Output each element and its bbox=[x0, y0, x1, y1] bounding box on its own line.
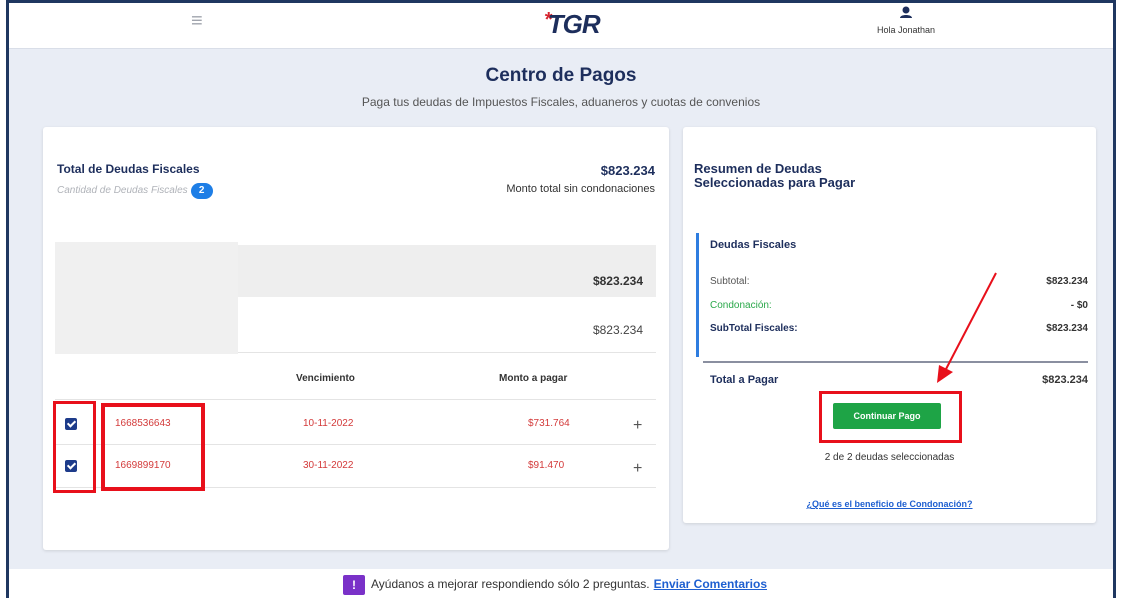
resumen-card: Resumen de Deudas Seleccionadas para Pag… bbox=[683, 127, 1096, 523]
deudas-count-text: Cantidad de Deudas Fiscales bbox=[57, 185, 188, 196]
page-title: Centro de Pagos bbox=[485, 65, 637, 86]
subtotal-line: Subtotal: $823.234 bbox=[710, 276, 1088, 287]
deudas-total-amount: $823.234 bbox=[600, 163, 655, 178]
table-divider bbox=[55, 399, 656, 400]
row-vencimiento: 10-11-2022 bbox=[303, 418, 354, 429]
enviar-comentarios-link[interactable]: Enviar Comentarios bbox=[654, 577, 767, 591]
feedback-prompt: ! Ayúdanos a mejorar respondiendo sólo 2 … bbox=[343, 575, 767, 595]
total-separator bbox=[703, 361, 1088, 363]
resumen-title-line2: Seleccionadas para Pagar bbox=[694, 175, 856, 190]
feedback-icon: ! bbox=[343, 575, 365, 595]
tgr-logo[interactable]: *TGR bbox=[544, 9, 601, 40]
user-greeting: Hola Jonathan bbox=[876, 25, 936, 35]
continuar-pago-button[interactable]: Continuar Pago bbox=[833, 403, 941, 429]
condonacion-info-link[interactable]: ¿Qué es el beneficio de Condonación? bbox=[683, 499, 1096, 509]
summary-row-secondary-value: $823.234 bbox=[592, 323, 643, 337]
selected-debts-info: 2 de 2 deudas seleccionadas bbox=[824, 452, 955, 463]
folio-highlight-box bbox=[101, 403, 205, 491]
deudas-count-label: Cantidad de Deudas Fiscales 2 bbox=[57, 183, 213, 199]
total-line: Total a Pagar $823.234 bbox=[710, 374, 1088, 386]
deudas-count-badge: 2 bbox=[190, 183, 213, 199]
redacted-block bbox=[55, 242, 238, 354]
top-header: ≡ *TGR Hola Jonathan bbox=[9, 3, 1113, 49]
row-monto: $731.764 bbox=[528, 418, 570, 429]
expand-row-icon[interactable]: + bbox=[633, 417, 642, 435]
subtotal-fiscales-value: $823.234 bbox=[1046, 323, 1088, 334]
subtotal-fiscales-line: SubTotal Fiscales: $823.234 bbox=[710, 323, 1088, 334]
column-header-vencimiento: Vencimiento bbox=[296, 373, 355, 384]
app-frame: ≡ *TGR Hola Jonathan Centro de Pagos Pag… bbox=[6, 0, 1116, 598]
section-accent-bar bbox=[696, 233, 699, 357]
subtotal-label: Subtotal: bbox=[710, 276, 750, 287]
resumen-title-line1: Resumen de Deudas bbox=[694, 161, 822, 176]
row-monto: $91.470 bbox=[528, 460, 565, 471]
subtotal-value: $823.234 bbox=[1046, 276, 1088, 287]
deudas-title: Total de Deudas Fiscales bbox=[57, 162, 200, 176]
column-header-monto: Monto a pagar bbox=[499, 373, 568, 384]
condonacion-label: Condonación: bbox=[710, 300, 772, 311]
annotation-arrow-icon bbox=[937, 272, 997, 383]
checkbox-highlight-box bbox=[53, 401, 96, 493]
deudas-total-label: Monto total sin condonaciones bbox=[506, 183, 655, 195]
expand-row-icon[interactable]: + bbox=[633, 460, 642, 478]
deudas-card: Total de Deudas Fiscales Cantidad de Deu… bbox=[43, 127, 669, 550]
user-icon bbox=[900, 6, 912, 18]
resumen-title: Resumen de Deudas Seleccionadas para Pag… bbox=[694, 162, 944, 190]
feedback-text: Ayúdanos a mejorar respondiendo sólo 2 p… bbox=[371, 577, 650, 592]
page-subtitle: Paga tus deudas de Impuestos Fiscales, a… bbox=[361, 95, 761, 109]
total-label: Total a Pagar bbox=[710, 374, 779, 386]
feedback-footer: ! Ayúdanos a mejorar respondiendo sólo 2 … bbox=[9, 569, 1113, 598]
logo-text: TGR bbox=[547, 9, 601, 39]
hamburger-menu-icon[interactable]: ≡ bbox=[191, 11, 203, 31]
deudas-fiscales-title: Deudas Fiscales bbox=[710, 239, 797, 251]
summary-row-value: $823.234 bbox=[592, 274, 643, 288]
condonacion-value: - $0 bbox=[1070, 300, 1088, 311]
total-value: $823.234 bbox=[1042, 374, 1088, 386]
condonacion-line: Condonación: - $0 bbox=[710, 300, 1088, 311]
user-menu[interactable]: Hola Jonathan bbox=[861, 5, 951, 35]
row-vencimiento: 30-11-2022 bbox=[303, 460, 354, 471]
subtotal-fiscales-label: SubTotal Fiscales: bbox=[710, 323, 798, 334]
